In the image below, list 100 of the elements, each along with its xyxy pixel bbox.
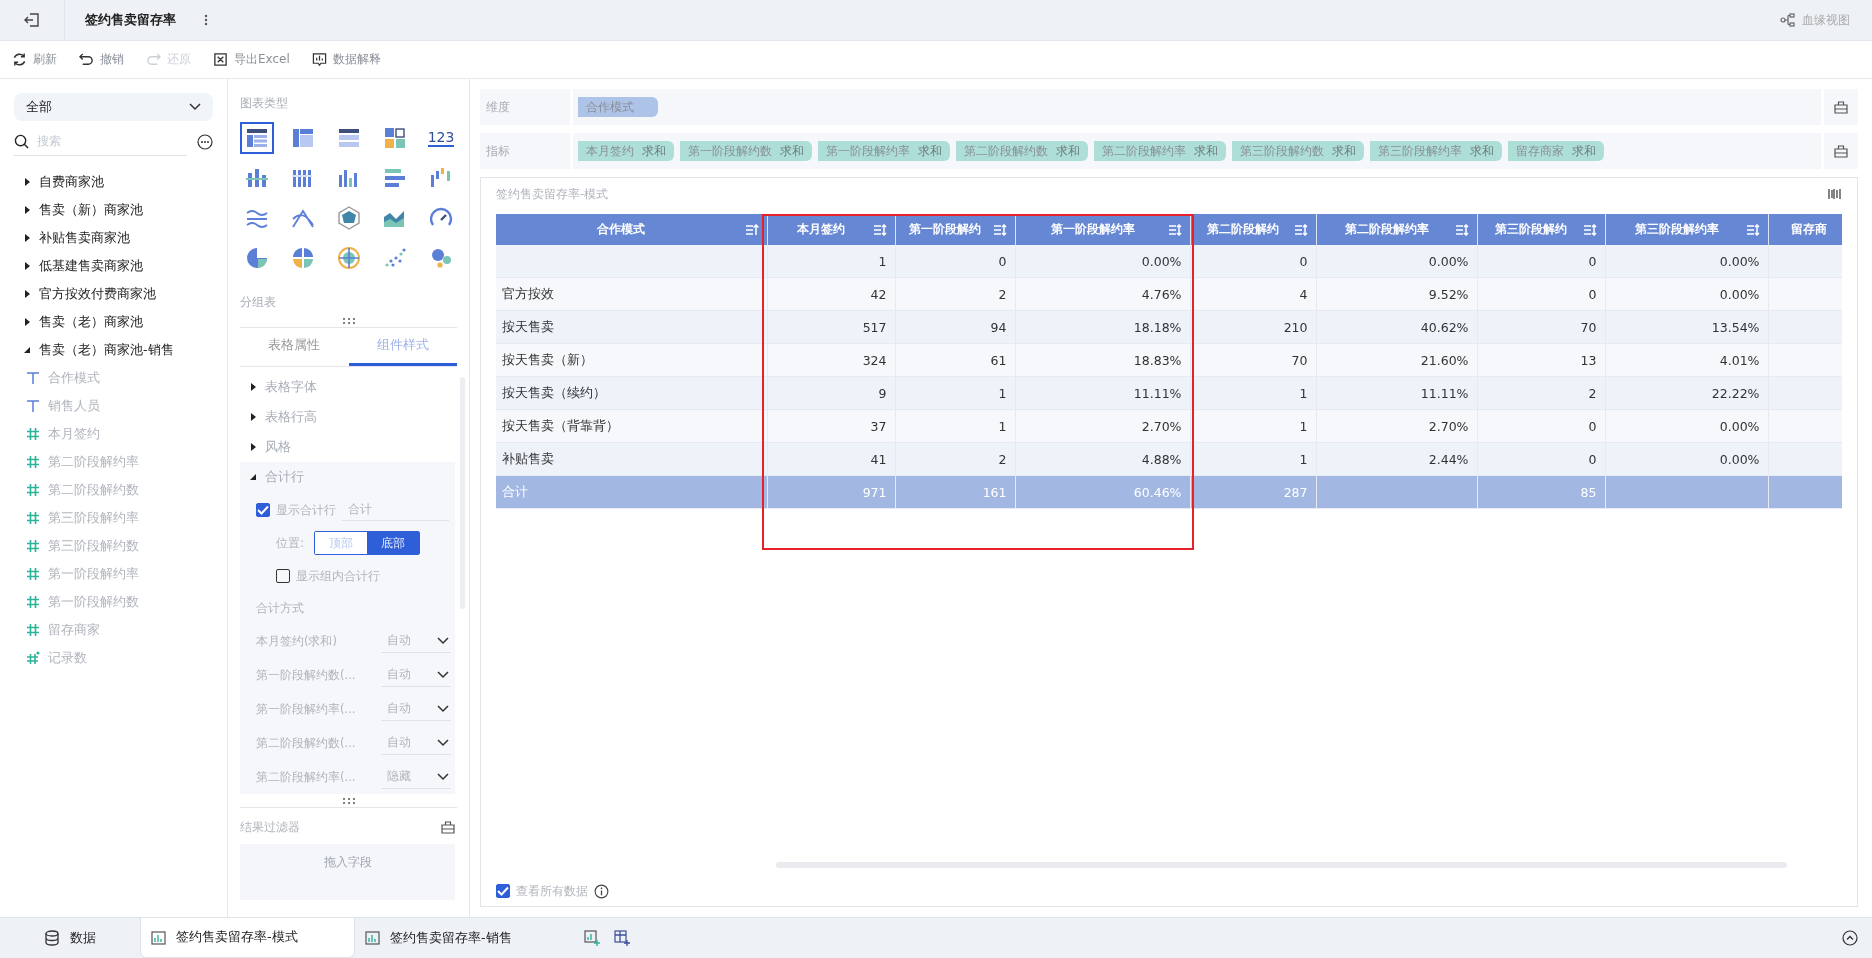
- method-dropdown[interactable]: 自动: [381, 731, 451, 755]
- scope-dropdown[interactable]: 全部: [14, 93, 213, 121]
- section-header[interactable]: 合计行: [240, 462, 455, 492]
- sort-ascending-icon[interactable]: [744, 223, 759, 236]
- toolbar-button[interactable]: 刷新: [12, 49, 57, 70]
- field-item[interactable]: 留存商家: [14, 616, 213, 644]
- field-item[interactable]: 本月签约: [14, 420, 213, 448]
- exit-icon[interactable]: [24, 12, 40, 28]
- column-header[interactable]: 本月签约: [767, 214, 895, 245]
- sort-icon[interactable]: [1454, 223, 1469, 236]
- toolbox-icon[interactable]: [1834, 144, 1848, 158]
- sort-icon[interactable]: [1167, 223, 1182, 236]
- tree-folder[interactable]: 售卖（新）商家池: [14, 196, 213, 224]
- field-item[interactable]: 第二阶段解约率: [14, 448, 213, 476]
- tree-folder[interactable]: 官方按效付费商家池: [14, 280, 213, 308]
- column-header[interactable]: 第一阶段解约: [895, 214, 1015, 245]
- sheet-tab[interactable]: 数据: [0, 918, 140, 958]
- segment-option[interactable]: 底部: [367, 532, 420, 554]
- search-icon[interactable]: [14, 133, 29, 149]
- panel-tab[interactable]: 组件样式: [348, 328, 457, 366]
- section-header[interactable]: 风格: [240, 432, 455, 462]
- section-header[interactable]: 表格行高: [240, 402, 455, 432]
- toolbar-button[interactable]: 导出Excel: [213, 49, 290, 70]
- barcode-icon[interactable]: [1828, 188, 1842, 200]
- method-dropdown[interactable]: 自动: [381, 629, 451, 653]
- info-icon[interactable]: [594, 883, 609, 899]
- segment-option[interactable]: 顶部: [315, 532, 368, 554]
- checkbox[interactable]: [256, 503, 270, 517]
- sort-icon[interactable]: [1582, 223, 1597, 236]
- column-header[interactable]: 第三阶段解约率: [1605, 214, 1768, 245]
- tree-folder[interactable]: 售卖（老）商家池-销售: [14, 336, 213, 364]
- column-header[interactable]: 第二阶段解约: [1190, 214, 1316, 245]
- caret-icon[interactable]: [250, 443, 257, 451]
- caret-icon[interactable]: [24, 346, 31, 354]
- field-item[interactable]: 第三阶段解约数: [14, 532, 213, 560]
- method-dropdown[interactable]: 自动: [381, 663, 451, 687]
- sort-icon[interactable]: [992, 223, 1007, 236]
- field-item[interactable]: 第三阶段解约率: [14, 504, 213, 532]
- metric-pill[interactable]: 第一阶段解约率 求和: [818, 141, 950, 161]
- column-header[interactable]: 第一阶段解约率: [1015, 214, 1190, 245]
- caret-icon[interactable]: [250, 473, 257, 481]
- field-item[interactable]: 销售人员: [14, 392, 213, 420]
- toolbox-icon[interactable]: [1834, 100, 1848, 114]
- sort-icon[interactable]: [872, 223, 887, 236]
- more-icon[interactable]: [197, 133, 213, 150]
- dimension-pill[interactable]: 合作模式: [578, 97, 658, 117]
- metric-pill[interactable]: 第一阶段解约数 求和: [680, 141, 812, 161]
- metric-pill[interactable]: 第三阶段解约数 求和: [1232, 141, 1364, 161]
- table-cell: 1: [998, 418, 1007, 434]
- checkbox[interactable]: [496, 884, 510, 898]
- caret-icon[interactable]: [24, 290, 31, 298]
- more-icon[interactable]: [204, 14, 208, 26]
- section-header[interactable]: 表格字体: [240, 372, 455, 402]
- drop-zone[interactable]: 拖入字段: [240, 844, 455, 900]
- caret-icon[interactable]: [24, 318, 31, 326]
- column-header[interactable]: 第三阶段解约: [1477, 214, 1605, 245]
- metric-pill[interactable]: 第二阶段解约数 求和: [956, 141, 1088, 161]
- toolbar-button[interactable]: 撤销: [79, 49, 124, 70]
- metric-pill[interactable]: 本月签约 求和: [578, 141, 674, 161]
- lineage-icon[interactable]: [1780, 13, 1796, 27]
- metric-pill[interactable]: 留存商家 求和: [1508, 141, 1604, 161]
- panel-tab[interactable]: 表格属性: [240, 328, 349, 366]
- caret-icon[interactable]: [24, 234, 31, 242]
- caret-icon[interactable]: [24, 178, 31, 186]
- column-header[interactable]: 留存商: [1768, 214, 1842, 245]
- sheet-tab[interactable]: 签约售卖留存率-销售: [355, 918, 570, 958]
- drag-handle-icon[interactable]: [341, 317, 356, 325]
- lineage-view-link[interactable]: 血缘视图: [1802, 11, 1850, 29]
- tree-folder[interactable]: 低基建售卖商家池: [14, 252, 213, 280]
- chart-type-option[interactable]: [240, 122, 274, 154]
- method-dropdown[interactable]: 隐藏: [381, 765, 451, 789]
- add-table-icon[interactable]: [614, 930, 630, 946]
- search-field[interactable]: 搜索: [35, 133, 159, 149]
- caret-icon[interactable]: [250, 413, 257, 421]
- chart-type-option[interactable]: 123: [424, 122, 458, 154]
- metric-pill[interactable]: 第二阶段解约率 求和: [1094, 141, 1226, 161]
- sheet-tab[interactable]: 签约售卖留存率-模式: [140, 918, 355, 958]
- caret-icon[interactable]: [24, 262, 31, 270]
- toolbox-icon[interactable]: [441, 820, 455, 834]
- field-item[interactable]: 合作模式: [14, 364, 213, 392]
- field-item[interactable]: 第二阶段解约数: [14, 476, 213, 504]
- total-label-field[interactable]: 合计: [342, 499, 449, 521]
- column-header[interactable]: 合作模式: [496, 214, 767, 245]
- method-dropdown[interactable]: 自动: [381, 697, 451, 721]
- tree-folder[interactable]: 补贴售卖商家池: [14, 224, 213, 252]
- checkbox-label: 查看所有数据: [516, 882, 588, 900]
- collapse-icon[interactable]: [1842, 930, 1858, 946]
- sort-icon[interactable]: [1293, 223, 1308, 236]
- field-item[interactable]: 记录数: [14, 644, 213, 672]
- toolbar-button[interactable]: 数据解释: [311, 49, 381, 70]
- drag-handle-icon[interactable]: [341, 797, 356, 805]
- tree-folder[interactable]: 自费商家池: [14, 168, 213, 196]
- add-chart-icon[interactable]: [584, 930, 600, 946]
- caret-icon[interactable]: [250, 383, 257, 391]
- checkbox[interactable]: [276, 569, 290, 583]
- sort-icon[interactable]: [1745, 223, 1760, 236]
- caret-icon[interactable]: [24, 206, 31, 214]
- metric-pill[interactable]: 第三阶段解约率 求和: [1370, 141, 1502, 161]
- tree-folder[interactable]: 售卖（老）商家池: [14, 308, 213, 336]
- column-header[interactable]: 第二阶段解约率: [1316, 214, 1477, 245]
